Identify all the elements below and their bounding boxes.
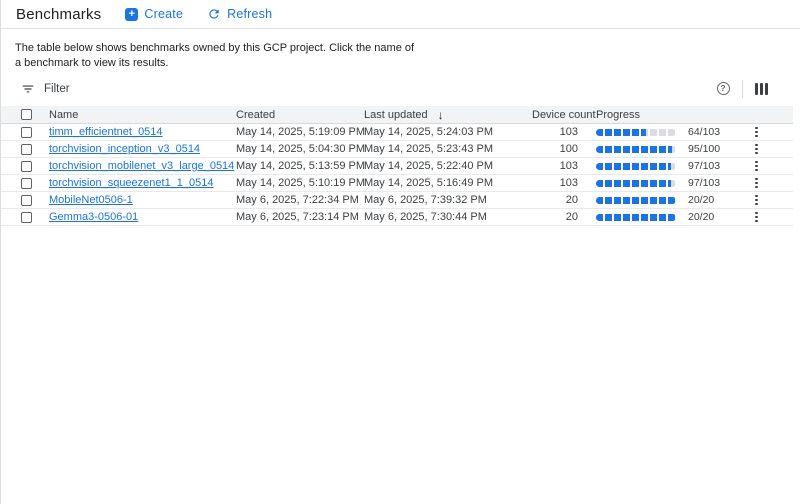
create-button-label: Create [144,7,183,21]
row-checkbox[interactable] [21,161,32,172]
table-row[interactable]: torchvision_squeezenet1_1_0514 May 14, 2… [1,175,793,192]
kebab-menu-icon[interactable] [753,210,760,225]
progress-bar [596,214,676,221]
benchmarks-table: Name Created Last updated ↓ Device count… [1,106,793,226]
last-updated-cell: May 6, 2025, 7:39:32 PM [364,194,532,206]
progress-label: 20/20 [688,194,714,206]
row-checkbox[interactable] [21,127,32,138]
filter-button[interactable]: Filter [21,82,70,96]
table-row[interactable]: torchvision_mobilenet_v3_large_0514 May … [1,158,793,175]
progress-label: 20/20 [688,211,714,223]
kebab-menu-icon[interactable] [753,159,760,174]
created-cell: May 6, 2025, 7:23:14 PM [236,211,364,223]
header-name[interactable]: Name [49,109,236,121]
plus-icon: + [125,8,138,21]
page-title: Benchmarks [16,6,101,23]
kebab-menu-icon[interactable] [753,142,760,157]
created-cell: May 6, 2025, 7:22:34 PM [236,194,364,206]
progress-cell: 20/20 [584,194,748,206]
device-count-cell: 100 [532,143,584,155]
create-button[interactable]: + Create [125,7,183,21]
progress-bar [596,180,676,187]
created-cell: May 14, 2025, 5:10:19 PM [236,177,364,189]
progress-label: 97/103 [688,160,720,172]
row-checkbox[interactable] [21,178,32,189]
select-all-checkbox[interactable] [21,109,32,120]
table-row[interactable]: torchvision_inception_v3_0514 May 14, 20… [1,141,793,158]
row-checkbox[interactable] [21,195,32,206]
last-updated-cell: May 14, 2025, 5:22:40 PM [364,160,532,172]
benchmark-name-link[interactable]: MobileNet0506-1 [49,194,133,206]
table-header-row: Name Created Last updated ↓ Device count… [1,106,793,124]
table-row[interactable]: MobileNet0506-1 May 6, 2025, 7:22:34 PM … [1,192,793,209]
benchmark-name-link[interactable]: torchvision_squeezenet1_1_0514 [49,177,214,189]
progress-cell: 64/103 [584,126,748,138]
device-count-cell: 103 [532,160,584,172]
description-line-1: The table below shows benchmarks owned b… [15,42,414,54]
progress-cell: 20/20 [584,211,748,223]
benchmark-name-link[interactable]: torchvision_mobilenet_v3_large_0514 [49,160,234,172]
description-line-2: a benchmark to view its results. [15,57,168,69]
created-cell: May 14, 2025, 5:19:09 PM [236,126,364,138]
device-count-cell: 20 [532,194,584,206]
row-checkbox[interactable] [21,144,32,155]
progress-bar [596,197,676,204]
progress-label: 95/100 [688,143,720,155]
device-count-cell: 103 [532,126,584,138]
header-last-updated[interactable]: Last updated ↓ [364,108,532,122]
progress-label: 97/103 [688,177,720,189]
toolbar-right-actions: ? [717,80,769,98]
benchmark-name-link[interactable]: timm_efficientnet_0514 [49,126,163,138]
progress-bar [596,129,676,136]
filter-button-label: Filter [44,83,70,95]
column-display-icon[interactable] [755,83,769,95]
progress-label: 64/103 [688,126,720,138]
progress-bar [596,146,676,153]
kebab-menu-icon[interactable] [753,193,760,208]
filter-toolbar: Filter ? [1,78,800,99]
table-row[interactable]: timm_efficientnet_0514 May 14, 2025, 5:1… [1,124,793,141]
kebab-menu-icon[interactable] [753,125,760,140]
benchmark-name-link[interactable]: torchvision_inception_v3_0514 [49,143,200,155]
help-icon[interactable]: ? [717,82,730,95]
device-count-cell: 103 [532,177,584,189]
toolbar-divider [742,80,743,98]
refresh-button-label: Refresh [227,7,272,21]
header-device-count[interactable]: Device count [532,109,584,121]
progress-cell: 97/103 [584,177,748,189]
header-created[interactable]: Created [236,109,364,121]
progress-cell: 97/103 [584,160,748,172]
refresh-icon [207,7,221,21]
filter-icon [21,82,35,96]
sort-descending-icon[interactable]: ↓ [438,108,444,122]
created-cell: May 14, 2025, 5:04:30 PM [236,143,364,155]
kebab-menu-icon[interactable] [753,176,760,191]
header-progress[interactable]: Progress [584,109,748,121]
page-description: The table below shows benchmarks owned b… [15,41,800,71]
progress-cell: 95/100 [584,143,748,155]
page-header: Benchmarks + Create Refresh [1,0,800,29]
last-updated-cell: May 14, 2025, 5:16:49 PM [364,177,532,189]
table-row[interactable]: Gemma3-0506-01 May 6, 2025, 7:23:14 PM M… [1,209,793,226]
header-last-updated-label: Last updated [364,109,428,121]
benchmark-name-link[interactable]: Gemma3-0506-01 [49,211,138,223]
created-cell: May 14, 2025, 5:13:59 PM [236,160,364,172]
last-updated-cell: May 6, 2025, 7:30:44 PM [364,211,532,223]
last-updated-cell: May 14, 2025, 5:23:43 PM [364,143,532,155]
progress-bar [596,163,676,170]
refresh-button[interactable]: Refresh [207,7,272,21]
last-updated-cell: May 14, 2025, 5:24:03 PM [364,126,532,138]
row-checkbox[interactable] [21,212,32,223]
device-count-cell: 20 [532,211,584,223]
